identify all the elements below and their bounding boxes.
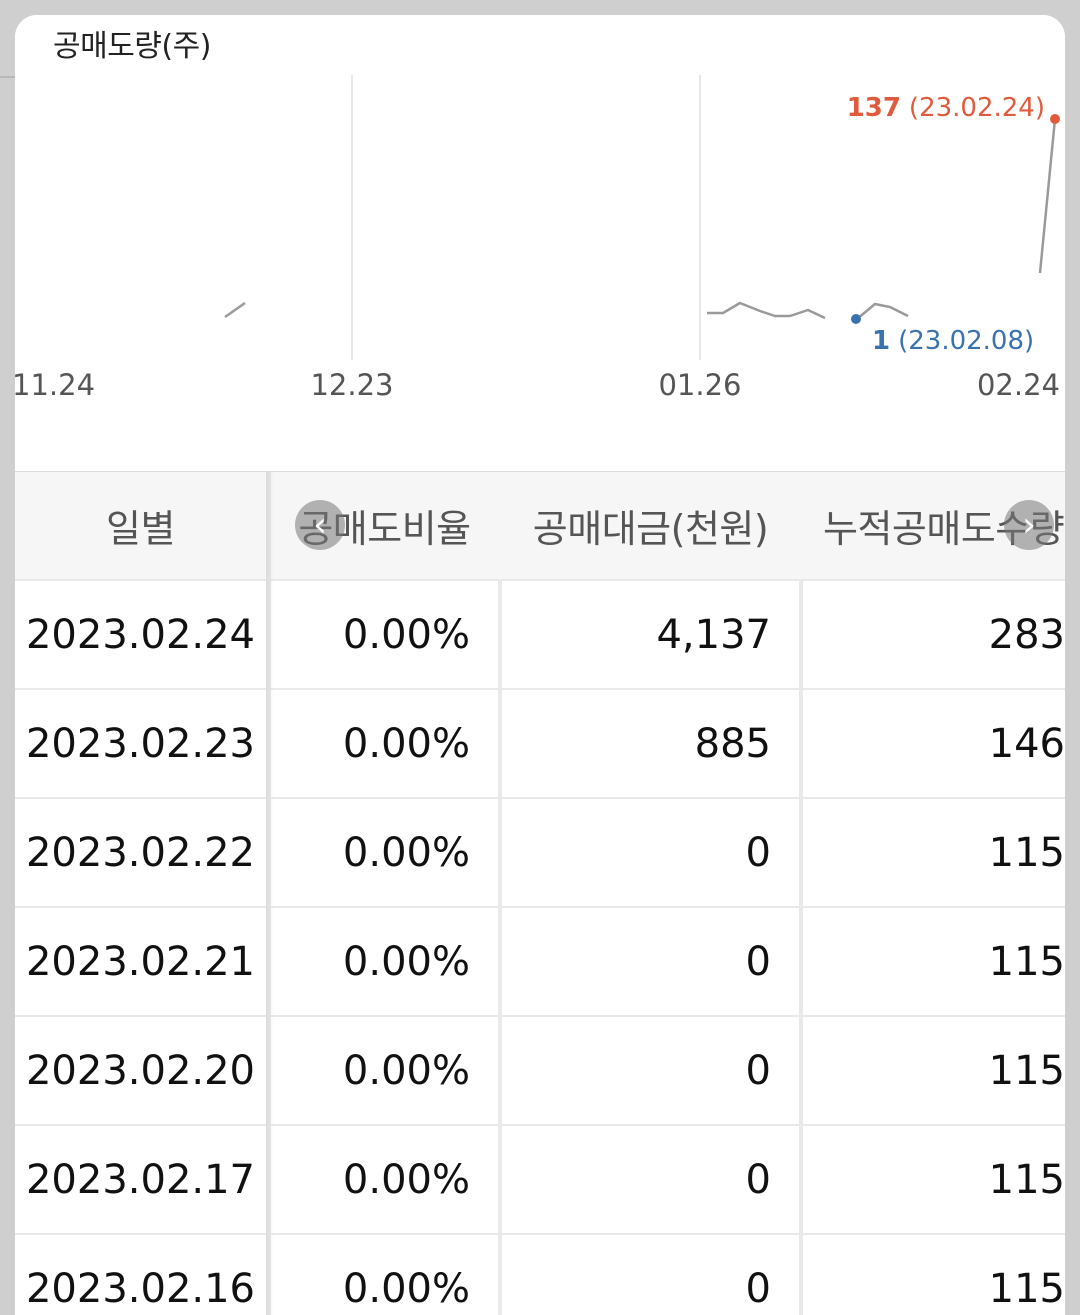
cell-date: 2023.02.23 <box>15 690 266 797</box>
cell-amount: 4,137 <box>502 581 799 688</box>
cell-date: 2023.02.16 <box>15 1235 266 1315</box>
cell-cumulative: 115 <box>803 1126 1065 1233</box>
cell-amount: 0 <box>502 1017 799 1124</box>
cell-date: 2023.02.20 <box>15 1017 266 1124</box>
cell-ratio: 0.00% <box>271 1235 498 1315</box>
header-amount: 공매대금(천원) <box>502 472 827 579</box>
min-label-date: (23.02.08) <box>898 326 1034 356</box>
cell-amount: 885 <box>502 690 799 797</box>
cell-cumulative: 115 <box>803 1017 1065 1124</box>
x-tick-label: 02.24 <box>977 368 1060 402</box>
series-line <box>707 301 826 320</box>
screen: 공매도량(주) 137 (23.02.24) 1 (23.02.08) 11.24 12.… <box>0 0 1080 1315</box>
min-point-marker <box>851 314 861 324</box>
min-label-value: 1 <box>872 326 890 356</box>
cell-amount: 0 <box>502 1235 799 1315</box>
series-line <box>856 302 909 320</box>
table-header: 일별 공매도비율 공매대금(천원) 누적공매도수량 <box>15 472 1065 579</box>
table-row: 2023.02.20 0.00% 0 115 <box>15 1017 1065 1124</box>
cell-date: 2023.02.22 <box>15 799 266 906</box>
cell-cumulative: 146 <box>803 690 1065 797</box>
short-selling-card: 공매도량(주) 137 (23.02.24) 1 (23.02.08) 11.24 12.… <box>15 15 1065 1315</box>
max-label-date: (23.02.24) <box>909 93 1045 123</box>
cell-ratio: 0.00% <box>271 1017 498 1124</box>
cell-amount: 0 <box>502 1126 799 1233</box>
cell-ratio: 0.00% <box>271 581 498 688</box>
table-row: 2023.02.24 0.00% 4,137 283 <box>15 581 1065 688</box>
cell-amount: 0 <box>502 908 799 1015</box>
cell-date: 2023.02.17 <box>15 1126 266 1233</box>
x-tick-label: 11.24 <box>15 368 95 402</box>
header-date: 일별 <box>15 472 266 579</box>
x-tick-label: 12.23 <box>310 368 393 402</box>
cell-cumulative: 115 <box>803 908 1065 1015</box>
table-row: 2023.02.21 0.00% 0 115 <box>15 908 1065 1015</box>
short-selling-table[interactable]: 일별 공매도비율 공매대금(천원) 누적공매도수량 2023.02.24 0.00… <box>15 471 1065 1315</box>
cell-ratio: 0.00% <box>271 690 498 797</box>
cell-ratio: 0.00% <box>271 908 498 1015</box>
series-line <box>1038 118 1057 274</box>
cell-cumulative: 115 <box>803 799 1065 906</box>
min-label: 1 (23.02.08) <box>872 326 1034 356</box>
cell-cumulative: 283 <box>803 581 1065 688</box>
max-point-marker <box>1050 114 1060 124</box>
cell-amount: 0 <box>502 799 799 906</box>
short-volume-chart: 공매도량(주) 137 (23.02.24) 1 (23.02.08) 11.24 12.… <box>15 15 1065 471</box>
table-row: 2023.02.22 0.00% 0 115 <box>15 799 1065 906</box>
cell-ratio: 0.00% <box>271 1126 498 1233</box>
cell-date: 2023.02.24 <box>15 581 266 688</box>
scroll-left-icon[interactable]: ‹ <box>295 500 345 550</box>
table-row: 2023.02.16 0.00% 0 115 <box>15 1235 1065 1315</box>
chart-svg: 137 (23.02.24) 1 (23.02.08) 11.24 12.23 01.26 0… <box>15 75 1060 402</box>
table-row: 2023.02.17 0.00% 0 115 <box>15 1126 1065 1233</box>
series-line <box>224 301 246 319</box>
edge-mark <box>0 76 15 78</box>
scroll-right-icon[interactable]: › <box>1004 500 1054 550</box>
max-label: 137 (23.02.24) <box>847 93 1045 123</box>
cell-ratio: 0.00% <box>271 799 498 906</box>
cell-cumulative: 115 <box>803 1235 1065 1315</box>
max-label-value: 137 <box>847 93 901 123</box>
x-tick-label: 01.26 <box>658 368 741 402</box>
cell-date: 2023.02.21 <box>15 908 266 1015</box>
table-row: 2023.02.23 0.00% 885 146 <box>15 690 1065 797</box>
